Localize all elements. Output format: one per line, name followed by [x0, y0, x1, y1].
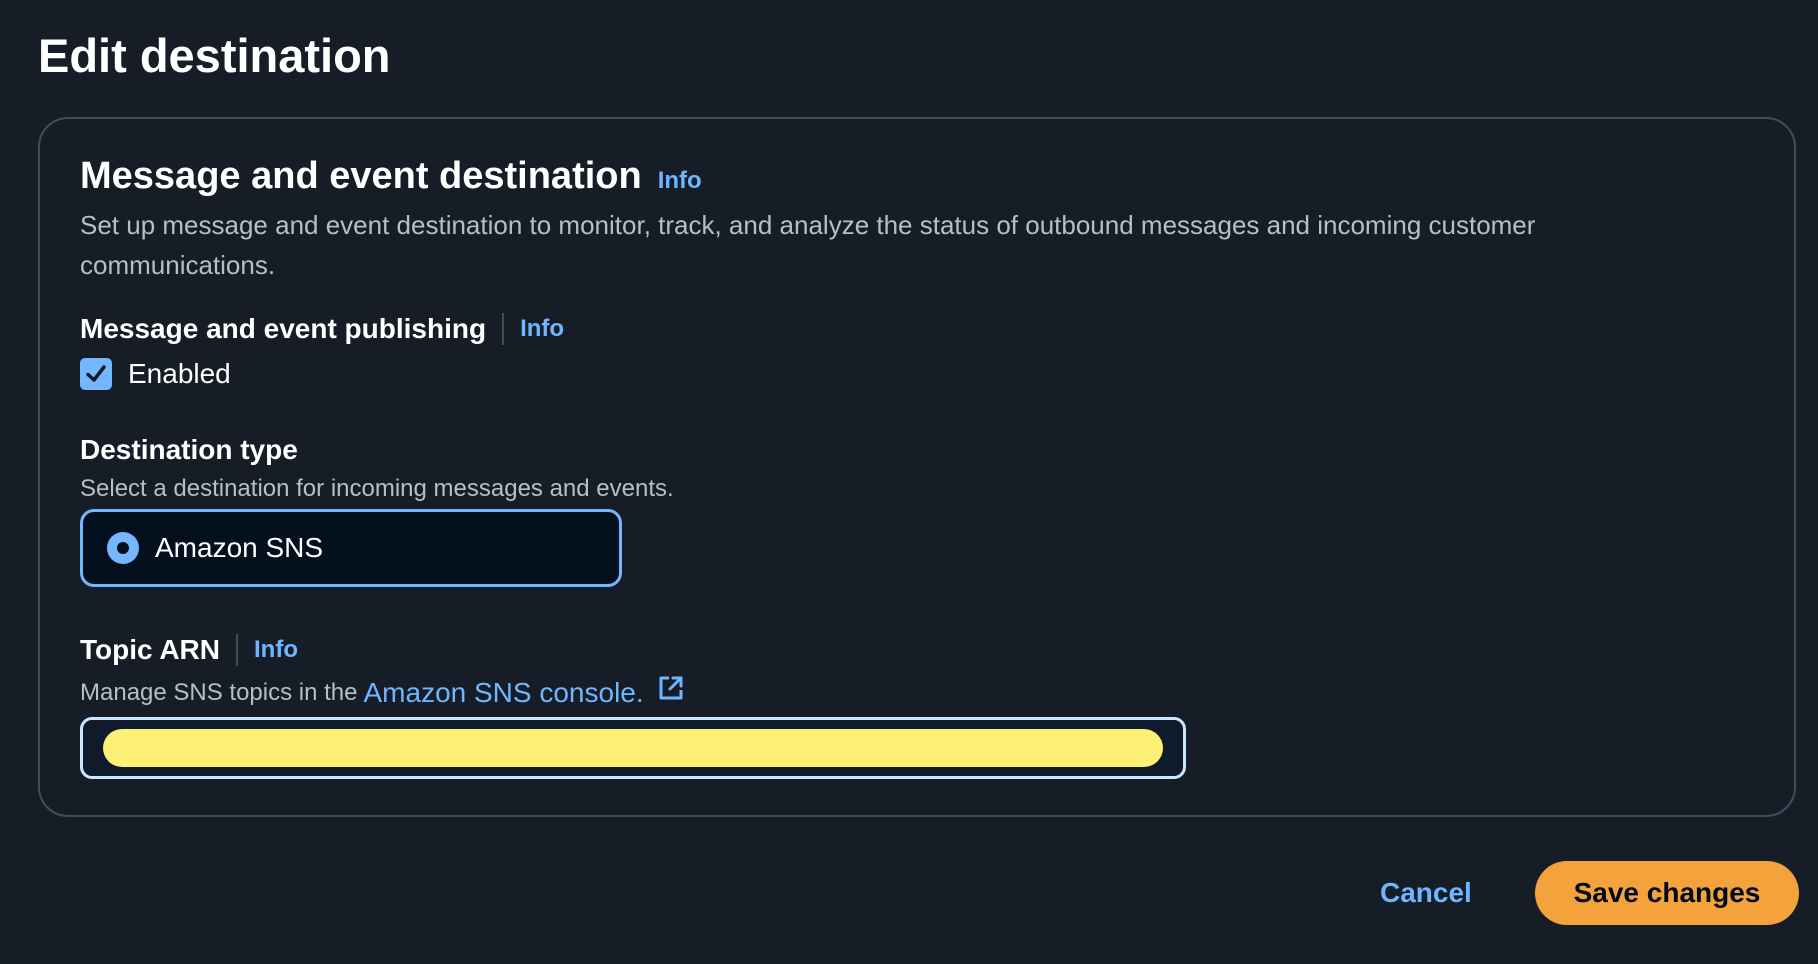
topic-arn-label-row: Topic ARN Info: [80, 629, 298, 671]
panel-header: Message and event destination Info: [80, 151, 702, 201]
destination-type-description: Select a destination for incoming messag…: [80, 475, 674, 502]
label-divider: [236, 634, 238, 666]
edit-destination-page: Edit destination Message and event desti…: [0, 0, 1818, 964]
save-changes-button[interactable]: Save changes: [1535, 861, 1799, 925]
sns-console-link[interactable]: Amazon SNS console.: [364, 673, 686, 713]
label-divider: [502, 313, 505, 345]
radio-dot: [117, 542, 129, 554]
enabled-checkbox[interactable]: [80, 358, 112, 390]
topic-arn-description: Manage SNS topics in the Amazon SNS cons…: [80, 673, 685, 713]
topic-arn-label: Topic ARN: [80, 634, 220, 665]
destination-panel: Message and event destination Info Set u…: [38, 117, 1796, 817]
publishing-label-row: Message and event publishing Info: [80, 309, 564, 349]
topic-arn-input[interactable]: [80, 717, 1186, 779]
publishing-label: Message and event publishing: [80, 313, 487, 344]
panel-info-link[interactable]: Info: [658, 167, 702, 195]
topic-arn-description-text: Manage SNS topics in the: [80, 679, 358, 706]
publishing-info-link[interactable]: Info: [520, 315, 564, 343]
sns-console-link-text[interactable]: Amazon SNS console.: [364, 677, 644, 708]
topic-arn-info-link[interactable]: Info: [254, 636, 298, 664]
enabled-checkbox-row[interactable]: Enabled: [80, 358, 231, 390]
panel-title: Message and event destination: [80, 155, 642, 197]
destination-type-label: Destination type: [80, 434, 298, 465]
external-link-icon[interactable]: [657, 674, 685, 702]
enabled-checkbox-label[interactable]: Enabled: [128, 358, 231, 390]
page-title: Edit destination: [38, 29, 391, 82]
panel-description: Set up message and event destination to …: [80, 210, 1536, 280]
amazon-sns-radio-label[interactable]: Amazon SNS: [155, 532, 323, 564]
checkmark-icon: [86, 365, 106, 382]
radio-selected-icon[interactable]: [107, 532, 139, 564]
amazon-sns-radio-card[interactable]: Amazon SNS: [80, 509, 622, 587]
cancel-button[interactable]: Cancel: [1360, 861, 1492, 925]
redacted-value: [103, 729, 1163, 767]
footer-actions: Cancel Save changes: [0, 861, 1800, 925]
